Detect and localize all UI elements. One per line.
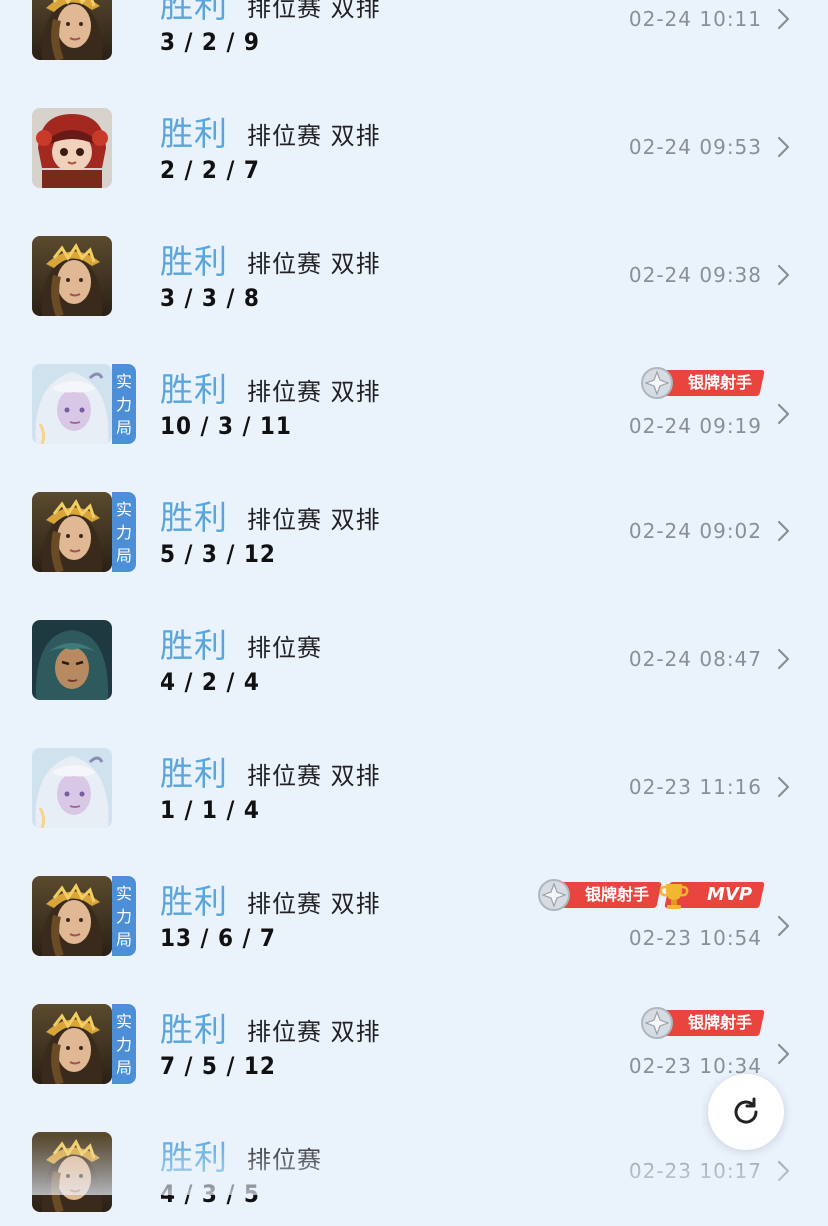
hero-avatar <box>32 748 112 828</box>
match-row[interactable]: 实力局胜利 排位赛 双排 7 / 5 / 12 银牌射手 02-23 10:34 <box>0 970 828 1098</box>
match-time: 02-23 10:17 <box>628 1159 762 1183</box>
badge-label: 银牌射手 <box>687 1013 752 1032</box>
match-row[interactable]: 胜利 排位赛 4 / 3 / 5 02-23 10:17 <box>0 1098 828 1226</box>
hero-avatar <box>32 620 112 700</box>
match-result: 胜利 <box>160 626 228 665</box>
chevron-right-icon <box>777 264 790 286</box>
kda-score: 2 / 2 / 7 <box>160 156 260 184</box>
match-row[interactable]: 胜利 排位赛 双排 3 / 2 / 9 02-24 10:11 <box>0 0 828 74</box>
match-time: 02-24 09:02 <box>628 519 762 543</box>
match-mode: 排位赛 双排 <box>247 1018 381 1046</box>
match-row[interactable]: 实力局胜利 排位赛 双排 5 / 3 / 12 02-24 09:02 <box>0 458 828 586</box>
refresh-button[interactable] <box>708 1074 784 1150</box>
badge-label: 银牌射手 <box>584 885 649 904</box>
match-result: 胜利 <box>160 754 228 793</box>
match-time: 02-24 08:47 <box>628 647 762 671</box>
kda-score: 4 / 3 / 5 <box>160 1180 260 1208</box>
kda-score: 1 / 1 / 4 <box>160 796 260 824</box>
match-result: 胜利 <box>160 1138 228 1177</box>
kda-score: 3 / 2 / 9 <box>160 28 260 56</box>
chevron-right-icon <box>777 648 790 670</box>
match-result: 胜利 <box>160 0 228 25</box>
kda-score: 4 / 2 / 4 <box>160 668 260 696</box>
chevron-right-icon <box>777 8 790 30</box>
silver-shooter-badge: 银牌射手 <box>640 1007 765 1039</box>
silver-shooter-badge: 银牌射手 <box>640 367 765 399</box>
hero-avatar <box>32 108 112 188</box>
power-game-tag: 实力局 <box>112 492 136 572</box>
power-game-tag: 实力局 <box>112 1004 136 1084</box>
refresh-icon <box>734 1097 758 1124</box>
achievement-badges: 银牌射手 MVP <box>537 879 765 911</box>
match-time: 02-24 09:38 <box>628 263 762 287</box>
match-mode: 排位赛 <box>247 634 322 662</box>
chevron-right-icon <box>777 776 790 798</box>
hero-avatar <box>32 236 112 316</box>
hero-avatar <box>32 0 112 60</box>
match-time: 02-24 09:53 <box>628 135 762 159</box>
chevron-right-icon <box>777 403 790 425</box>
match-row[interactable]: 胜利 排位赛 双排 3 / 3 / 8 02-24 09:38 <box>0 202 828 330</box>
match-mode: 排位赛 双排 <box>247 0 381 22</box>
silver-medal-icon <box>640 367 673 399</box>
match-row[interactable]: 胜利 排位赛 4 / 2 / 4 02-24 08:47 <box>0 586 828 714</box>
match-result: 胜利 <box>160 1010 228 1049</box>
match-mode: 排位赛 <box>247 1146 322 1174</box>
match-result: 胜利 <box>160 114 228 153</box>
hero-avatar <box>32 1132 112 1212</box>
hero-avatar <box>32 492 112 572</box>
achievement-badges: 银牌射手 <box>640 367 765 399</box>
match-row[interactable]: 胜利 排位赛 双排 2 / 2 / 7 02-24 09:53 <box>0 74 828 202</box>
match-mode: 排位赛 双排 <box>247 762 381 790</box>
kda-score: 13 / 6 / 7 <box>160 924 276 952</box>
chevron-right-icon <box>777 520 790 542</box>
match-row[interactable]: 实力局胜利 排位赛 双排 10 / 3 / 11 银牌射手 02-24 09:19 <box>0 330 828 458</box>
chevron-right-icon <box>777 1160 790 1182</box>
match-time: 02-23 11:16 <box>628 775 762 799</box>
achievement-badges: 银牌射手 <box>640 1007 765 1039</box>
chevron-right-icon <box>777 136 790 158</box>
badge-label: MVP <box>706 884 752 905</box>
kda-score: 10 / 3 / 11 <box>160 412 292 440</box>
match-result: 胜利 <box>160 498 228 537</box>
kda-score: 3 / 3 / 8 <box>160 284 260 312</box>
match-row[interactable]: 实力局胜利 排位赛 双排 13 / 6 / 7 银牌射手 MVP 02-23 10:54 <box>0 842 828 970</box>
mvp-trophy-icon <box>659 884 689 909</box>
match-time: 02-24 09:19 <box>628 414 762 438</box>
hero-avatar <box>32 1004 112 1084</box>
match-time: 02-24 10:11 <box>628 7 762 31</box>
badge-label: 银牌射手 <box>687 373 752 392</box>
match-result: 胜利 <box>160 242 228 281</box>
match-result: 胜利 <box>160 882 228 921</box>
kda-score: 5 / 3 / 12 <box>160 540 276 568</box>
match-mode: 排位赛 双排 <box>247 890 381 918</box>
match-history-list: 胜利 排位赛 双排 3 / 2 / 9 02-24 10:11 胜利 排位赛 双排 2 / … <box>0 0 828 1226</box>
hero-avatar <box>32 876 112 956</box>
mvp-badge: MVP <box>659 882 765 909</box>
silver-shooter-badge: 银牌射手 <box>537 879 662 911</box>
match-mode: 排位赛 双排 <box>247 506 381 534</box>
power-game-tag: 实力局 <box>112 364 136 444</box>
match-time: 02-23 10:54 <box>628 926 762 950</box>
silver-medal-icon <box>537 879 570 911</box>
match-result: 胜利 <box>160 370 228 409</box>
silver-medal-icon <box>640 1007 673 1039</box>
match-mode: 排位赛 双排 <box>247 378 381 406</box>
match-row[interactable]: 胜利 排位赛 双排 1 / 1 / 4 02-23 11:16 <box>0 714 828 842</box>
chevron-right-icon <box>777 1043 790 1065</box>
hero-avatar <box>32 364 112 444</box>
power-game-tag: 实力局 <box>112 876 136 956</box>
match-mode: 排位赛 双排 <box>247 122 381 150</box>
chevron-right-icon <box>777 915 790 937</box>
kda-score: 7 / 5 / 12 <box>160 1052 276 1080</box>
match-mode: 排位赛 双排 <box>247 250 381 278</box>
